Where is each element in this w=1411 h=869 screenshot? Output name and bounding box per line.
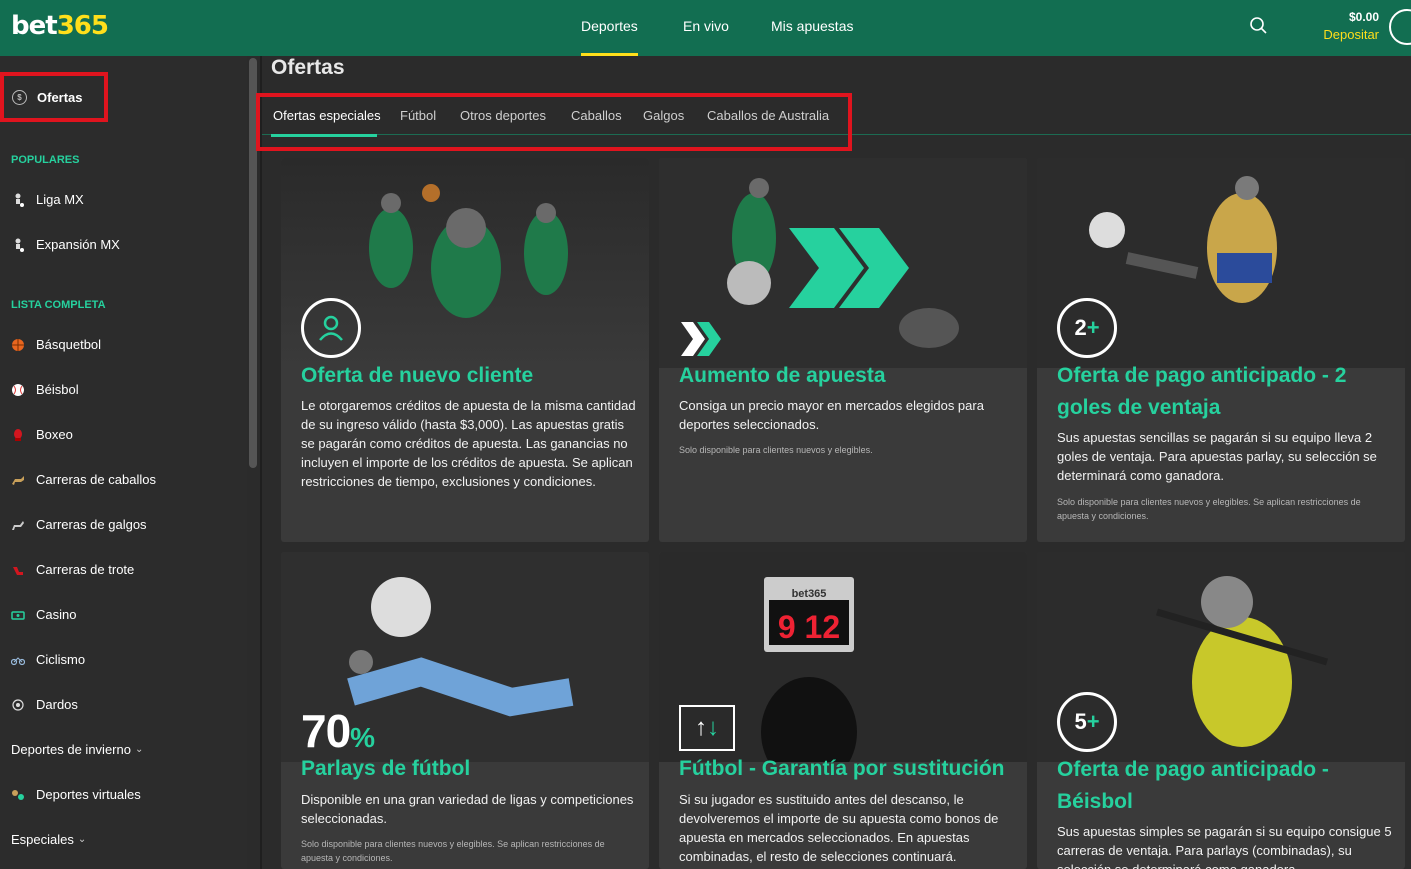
card-description: Si su jugador es sustituido antes del de… — [679, 792, 999, 864]
sidebar-item-deportes-invierno[interactable]: Deportes de invierno ⌄ — [11, 742, 143, 757]
sidebar-item-carreras-galgos[interactable]: Carreras de galgos — [11, 517, 147, 532]
sidebar-item-beisbol[interactable]: Béisbol — [11, 382, 79, 397]
bet365-logo[interactable]: bet365 — [11, 11, 109, 41]
chevron-down-icon: ⌄ — [77, 834, 87, 845]
card-description: Sus apuestas sencillas se pagarán si su … — [1057, 430, 1377, 483]
sidebar-item-especiales[interactable]: Especiales ⌄ — [11, 832, 86, 847]
sidebar-item-expansion-mx[interactable]: Expansión MX — [11, 237, 120, 252]
card-description: Consiga un precio mayor en mercados eleg… — [679, 398, 984, 432]
sidebar-item-ofertas[interactable]: $ Ofertas — [0, 72, 108, 122]
full-list-heading: LISTA COMPLETA — [11, 299, 106, 311]
sidebar-item-carreras-trote[interactable]: Carreras de trote — [11, 562, 134, 577]
double-chevron-icon — [681, 322, 721, 356]
sidebar-item-basquetbol[interactable]: Básquetbol — [11, 337, 101, 352]
offer-card-aumento[interactable]: Aumento de apuesta Consiga un precio may… — [659, 158, 1027, 542]
balance-area[interactable]: $0.00 Depositar — [1323, 10, 1379, 42]
soccer-player-icon — [11, 238, 25, 252]
page-title: Ofertas — [271, 56, 345, 79]
card-note: Solo disponible para clientes nuevos y e… — [679, 445, 873, 455]
sidebar-item-boxeo[interactable]: Boxeo — [11, 427, 73, 442]
card-title: Oferta de pago anticipado - 2 goles de v… — [1057, 364, 1347, 419]
greyhound-icon — [11, 518, 25, 532]
boxing-glove-icon — [11, 428, 25, 442]
balance-amount: $0.00 — [1348, 10, 1379, 24]
bicycle-icon — [11, 653, 25, 667]
sidebar-item-deportes-virtuales[interactable]: Deportes virtuales — [11, 787, 141, 802]
account-icon[interactable] — [1389, 9, 1411, 45]
card-title: Oferta de pago anticipado - Béisbol — [1057, 758, 1329, 813]
trotting-icon — [11, 563, 25, 577]
offer-card-beisbol[interactable]: 5 + Oferta de pago anticipado - Béisbol S… — [1037, 552, 1405, 869]
card-title: Oferta de nuevo cliente — [301, 364, 534, 387]
card-title: Fútbol - Garantía por sustitución — [679, 757, 1005, 780]
sidebar-item-ciclismo[interactable]: Ciclismo — [11, 652, 85, 667]
offer-card-2-goles[interactable]: 2 + Oferta de pago anticipado - 2 goles d… — [1037, 158, 1405, 542]
card-note: Solo disponible para clientes nuevos y e… — [1057, 497, 1361, 521]
sidebar-item-liga-mx[interactable]: Liga MX — [11, 192, 84, 207]
big-percentage: 70% — [301, 705, 375, 757]
top-bar: bet365 Deportes En vivo Mis apuestas $0.… — [0, 0, 1411, 56]
sidebar-item-carreras-caballos[interactable]: Carreras de caballos — [11, 472, 156, 487]
user-icon — [301, 298, 361, 358]
card-description: Disponible en una gran variedad de ligas… — [301, 792, 634, 826]
offer-card-parlays[interactable]: 70% Parlays de fútbol Disponible en una … — [281, 552, 649, 869]
chevron-down-icon: ⌄ — [134, 744, 144, 755]
soccer-player-icon — [11, 193, 25, 207]
sidebar-item-dardos[interactable]: Dardos — [11, 697, 78, 712]
nav-en-vivo[interactable]: En vivo — [683, 0, 729, 56]
nav-mis-apuestas[interactable]: Mis apuestas — [771, 0, 853, 56]
dart-icon — [11, 698, 25, 712]
card-note: Solo disponible para clientes nuevos y e… — [301, 839, 605, 863]
svg-text:9 12: 9 12 — [778, 609, 840, 645]
baseball-icon — [11, 383, 25, 397]
sidebar-item-casino[interactable]: Casino — [11, 607, 76, 622]
deposit-link[interactable]: Depositar — [1323, 27, 1379, 42]
casino-icon — [11, 608, 25, 622]
sidebar-divider — [260, 56, 262, 869]
virtual-sports-icon — [11, 788, 25, 802]
two-plus-badge: 2 + — [1057, 298, 1117, 358]
card-description: Sus apuestas simples se pagarán si su eq… — [1057, 824, 1392, 869]
swap-arrows-icon: ↑ ↓ — [679, 705, 735, 751]
basketball-icon — [11, 338, 25, 352]
card-title: Parlays de fútbol — [301, 757, 471, 780]
svg-text:bet365: bet365 — [792, 588, 827, 600]
five-plus-badge: 5 + — [1057, 692, 1117, 752]
offer-card-sustitucion[interactable]: bet365 9 12 ↑ ↓ Fútbol - Garantía por sus… — [659, 552, 1027, 869]
nav-deportes[interactable]: Deportes — [581, 0, 638, 56]
offer-card-new-customer[interactable]: Oferta de nuevo cliente Le otorgaremos c… — [281, 158, 649, 542]
search-icon[interactable] — [1249, 16, 1269, 36]
horse-icon — [11, 473, 25, 487]
card-description: Le otorgaremos créditos de apuesta de la… — [301, 398, 636, 489]
coin-icon: $ — [12, 89, 27, 105]
popular-heading: POPULARES — [11, 154, 80, 166]
card-title: Aumento de apuesta — [679, 364, 886, 387]
tabs-highlight — [256, 93, 852, 151]
